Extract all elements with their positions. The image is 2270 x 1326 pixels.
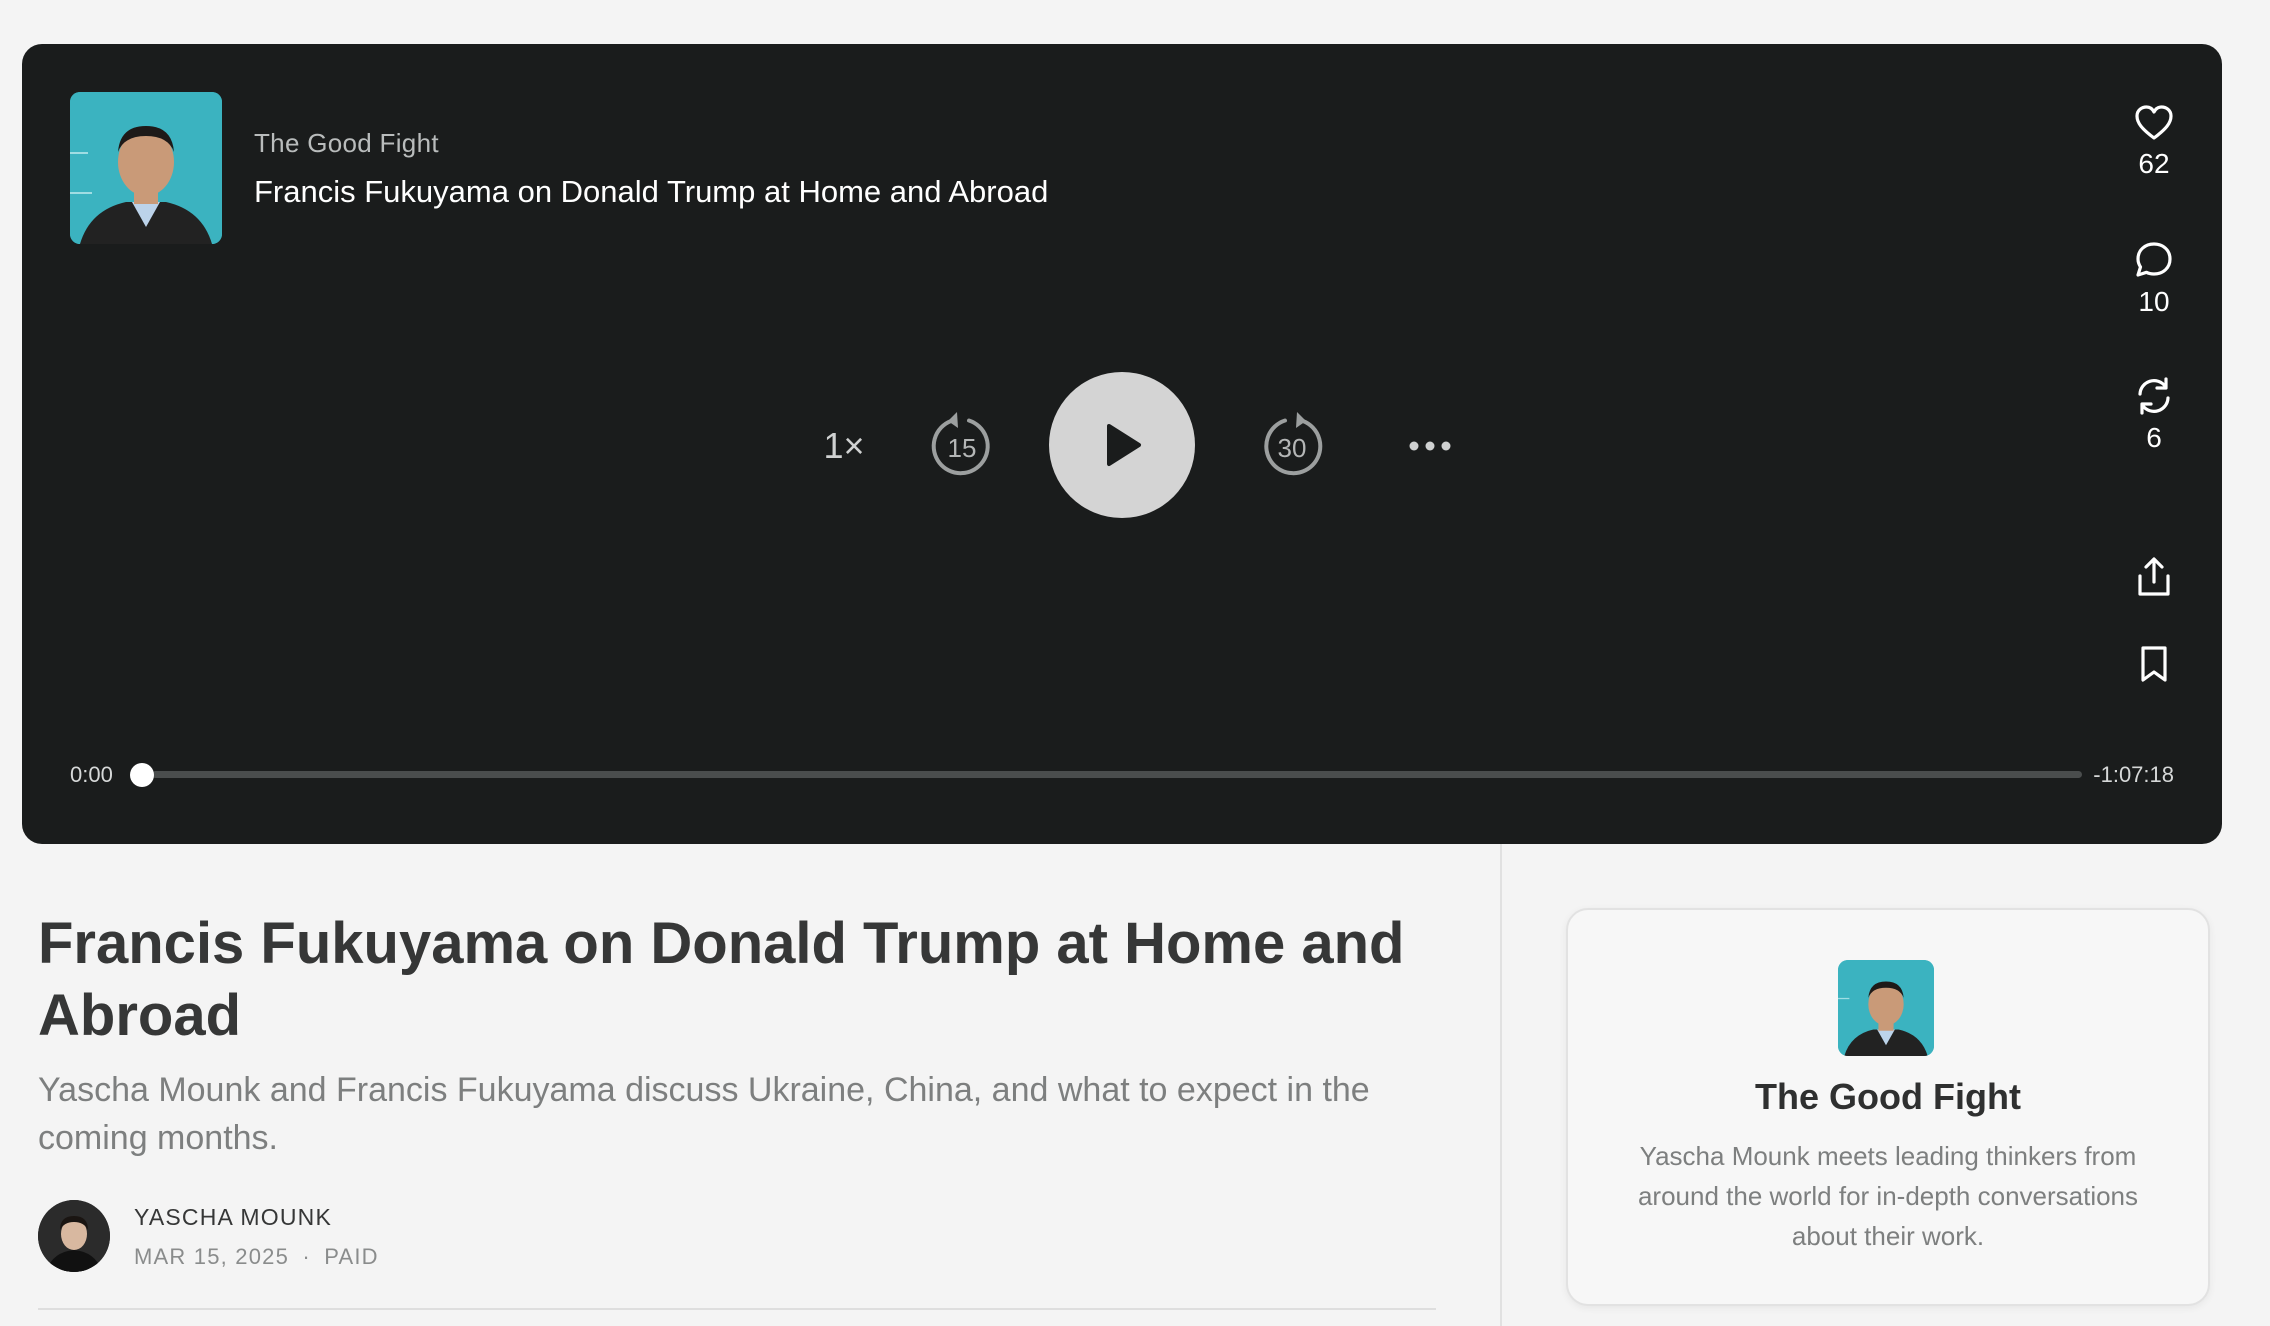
article-subtitle: Yascha Mounk and Francis Fukuyama discus…: [38, 1071, 1370, 1157]
publication-name[interactable]: The Good Fight: [1568, 1076, 2208, 1118]
episode-title[interactable]: Francis Fukuyama on Donald Trump at Home…: [254, 174, 1048, 210]
skip-forward-label: 30: [1278, 433, 1307, 463]
rewind-15-icon: 15: [931, 412, 990, 476]
current-time: 0:00: [70, 762, 113, 787]
comment-count: 10: [2138, 286, 2170, 317]
playback-controls: 1× 15 30: [22, 372, 2222, 520]
publication-card[interactable]: The Good Fight Yascha Mounk meets leadin…: [1566, 908, 2210, 1306]
article-title: Francis Fukuyama on Donald Trump at Home…: [38, 911, 1405, 1048]
comment-icon: [2136, 242, 2172, 277]
more-options-button[interactable]: [1390, 416, 1470, 476]
access-label: PAID: [324, 1244, 379, 1269]
more-icon: [1409, 441, 1451, 451]
audio-player: The Good Fight Francis Fukuyama on Donal…: [22, 44, 2222, 844]
progress-handle[interactable]: [130, 763, 154, 787]
heart-icon: [2135, 105, 2173, 140]
bookmark-icon: [2141, 646, 2167, 682]
post-meta: MAR 15, 2025 · PAID: [134, 1244, 379, 1270]
meta-separator: ·: [302, 1244, 311, 1269]
post-date: MAR 15, 2025: [134, 1244, 290, 1269]
column-divider: [1500, 844, 1502, 1326]
show-name[interactable]: The Good Fight: [254, 128, 439, 159]
publication-description: Yascha Mounk meets leading thinkers from…: [1637, 1141, 2139, 1251]
publication-logo: [1838, 960, 1934, 1056]
share-icon: [2138, 557, 2170, 596]
skip-back-label: 15: [948, 433, 977, 463]
restack-button[interactable]: 6: [2114, 376, 2194, 454]
episode-cover-image: [70, 92, 222, 244]
playback-speed-button[interactable]: 1×: [804, 416, 884, 476]
author-avatar[interactable]: [38, 1200, 110, 1272]
play-icon: [1107, 424, 1141, 466]
bookmark-button[interactable]: [2114, 644, 2194, 684]
restack-icon: [2138, 377, 2170, 415]
like-button[interactable]: 62: [2114, 104, 2194, 180]
play-button[interactable]: [1049, 372, 1195, 518]
share-button[interactable]: [2114, 556, 2194, 598]
remaining-time: -1:07:18: [2093, 762, 2174, 787]
skip-forward-button[interactable]: 30: [1252, 406, 1332, 486]
forward-30-icon: 30: [1264, 412, 1323, 476]
skip-back-button[interactable]: 15: [922, 406, 1002, 486]
article-divider: [38, 1308, 1436, 1310]
author-name[interactable]: YASCHA MOUNK: [134, 1204, 332, 1231]
progress-track[interactable]: [152, 771, 2082, 778]
comment-button[interactable]: 10: [2114, 240, 2194, 318]
like-count: 62: [2138, 148, 2170, 179]
restack-count: 6: [2146, 422, 2162, 453]
